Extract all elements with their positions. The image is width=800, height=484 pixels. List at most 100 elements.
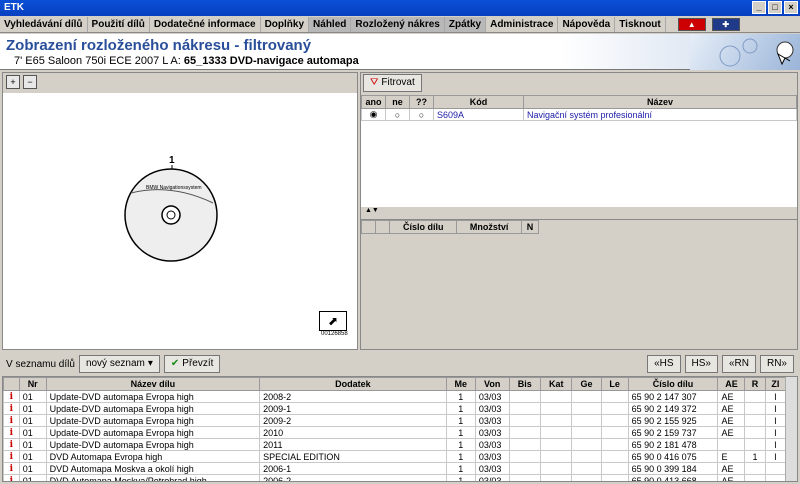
- language-flag-icon[interactable]: ▲: [677, 17, 706, 31]
- cell: [508, 426, 542, 439]
- cell: 01: [18, 474, 47, 481]
- radio-unknown[interactable]: ○: [409, 108, 434, 121]
- parts-list: Nr Název dílu Dodatek Me Von Bis Kat Ge Le Číslo …: [2, 376, 798, 482]
- info-icon[interactable]: i: [3, 474, 20, 481]
- menu-item-1[interactable]: Použití dílů: [88, 16, 150, 32]
- cell: AE: [717, 414, 746, 427]
- cell: [508, 438, 542, 451]
- menu-item-6[interactable]: Zpátky: [444, 16, 487, 32]
- table-row[interactable]: i 01 Update-DVD automapa Evropa high 2010 1 0…: [3, 426, 787, 439]
- menu-item-7[interactable]: Administrace: [486, 16, 559, 32]
- menu-item-0[interactable]: Vyhledávání dílů: [0, 16, 88, 32]
- cell: 1: [445, 462, 476, 475]
- menu-item-4[interactable]: Náhled: [309, 16, 352, 32]
- radio-no[interactable]: ○: [385, 108, 410, 121]
- zoom-out-icon[interactable]: −: [23, 75, 37, 89]
- parts-col-6[interactable]: Bis: [508, 377, 542, 391]
- menu-bar: Vyhledávání dílů Použití dílů Dodatečné in…: [0, 16, 800, 33]
- menu-item-3[interactable]: Doplňky: [261, 16, 310, 32]
- table-row[interactable]: i 01 Update-DVD automapa Evropa high 2009-1…: [3, 402, 787, 415]
- list-select[interactable]: nový seznam ▾: [78, 355, 160, 373]
- maximize-icon[interactable]: □: [768, 1, 782, 14]
- cell: 2006-1: [259, 462, 447, 475]
- cell: 03/03: [474, 414, 510, 427]
- vehicle-label: 7' E65 Saloon 750i ECE 2007 L A:: [14, 55, 181, 67]
- cell: 65 90 2 149 372: [627, 402, 719, 415]
- table-row[interactable]: i 01 DVD Automapa Moskva/Petrohrad high 200…: [3, 474, 787, 481]
- cell: [744, 414, 766, 427]
- info-icon[interactable]: i: [3, 402, 20, 415]
- menu-item-2[interactable]: Dodatečné informace: [150, 16, 261, 32]
- col-blank2: [375, 220, 390, 234]
- info-icon[interactable]: i: [3, 438, 20, 451]
- cell: 01: [18, 462, 47, 475]
- table-row[interactable]: i 01 Update-DVD automapa Evropa high 2011 1 0…: [3, 438, 787, 451]
- cell: 2009-1: [259, 402, 447, 415]
- cell: AE: [717, 402, 746, 415]
- cell: Update-DVD automapa Evropa high: [45, 414, 261, 427]
- cell: [744, 474, 766, 481]
- filter-button[interactable]: ⛛ Fitrovat: [363, 74, 422, 92]
- parts-col-5[interactable]: Von: [474, 377, 510, 391]
- menu-item-5[interactable]: Rozložený nákres: [351, 16, 445, 32]
- splitter-handle[interactable]: ▲▼: [365, 207, 379, 214]
- close-icon[interactable]: ×: [784, 1, 798, 14]
- cell: 03/03: [474, 390, 510, 403]
- parts-col-11[interactable]: AE: [717, 377, 746, 391]
- diagram-panel: + − 1 BMW Navigationssystem ⬈ 00126858: [2, 72, 358, 350]
- parts-col-9[interactable]: Le: [600, 377, 629, 391]
- info-icon[interactable]: i: [3, 390, 20, 403]
- prev-hs-button[interactable]: «HS: [647, 355, 681, 373]
- col-part-number: Číslo dílu: [388, 220, 458, 234]
- zoom-in-icon[interactable]: +: [6, 75, 20, 89]
- cell: [744, 390, 766, 403]
- table-row[interactable]: i 01 DVD Automapa Moskva a okolí high 2006-…: [3, 462, 787, 475]
- minimize-icon[interactable]: _: [752, 1, 766, 14]
- parts-col-0[interactable]: [3, 377, 20, 391]
- filter-row[interactable]: ◉ ○ ○ S609A Navigační systém profesionální: [361, 108, 797, 121]
- apply-button[interactable]: ✔ Převzít: [163, 355, 221, 373]
- disc-label: BMW Navigationssystem: [146, 185, 202, 191]
- cell: 65 90 2 147 307: [627, 390, 719, 403]
- parts-col-4[interactable]: Me: [445, 377, 476, 391]
- parts-col-1[interactable]: Nr: [18, 377, 47, 391]
- parts-col-7[interactable]: Kat: [539, 377, 573, 391]
- parts-scrollbar[interactable]: [785, 377, 797, 481]
- switch-drawing-icon[interactable]: ⬈: [319, 311, 347, 331]
- menu-item-9[interactable]: Tisknout: [615, 16, 666, 32]
- info-icon[interactable]: i: [3, 414, 20, 427]
- info-icon[interactable]: i: [3, 450, 20, 463]
- parts-col-2[interactable]: Název dílu: [45, 377, 261, 391]
- info-icon[interactable]: i: [3, 426, 20, 439]
- menu-item-8[interactable]: Nápověda: [558, 16, 616, 32]
- cell: [508, 414, 542, 427]
- filter-name: Navigační systém profesionální: [523, 108, 797, 121]
- parts-col-12[interactable]: R: [744, 377, 766, 391]
- cell: [539, 462, 573, 475]
- table-row[interactable]: i 01 Update-DVD automapa Evropa high 2009-2…: [3, 414, 787, 427]
- cell: [508, 402, 542, 415]
- cell: 03/03: [474, 426, 510, 439]
- cell: [571, 426, 602, 439]
- brand-logo: [690, 34, 800, 70]
- cell: [717, 438, 746, 451]
- cell: 1: [445, 438, 476, 451]
- next-rn-button[interactable]: RN»: [759, 355, 794, 373]
- parts-col-8[interactable]: Ge: [571, 377, 602, 391]
- prev-rn-button[interactable]: «RN: [721, 355, 756, 373]
- next-hs-button[interactable]: HS»: [684, 355, 718, 373]
- cell: [539, 390, 573, 403]
- cell: [508, 462, 542, 475]
- radio-yes[interactable]: ◉: [361, 108, 386, 121]
- diagram-name: 65_1333 DVD-navigace automapa: [183, 55, 359, 67]
- table-row[interactable]: i 01 Update-DVD automapa Evropa high 2008-2…: [3, 390, 787, 403]
- parts-col-3[interactable]: Dodatek: [259, 377, 447, 391]
- parts-toolbar: V seznamu dílů nový seznam ▾ ✔ Převzít «HS…: [0, 353, 800, 375]
- parts-col-10[interactable]: Číslo dílu: [627, 377, 719, 391]
- table-row[interactable]: i 01 DVD Automapa Evropa high SPECIAL EDITI…: [3, 450, 787, 463]
- info-icon[interactable]: i: [3, 462, 20, 475]
- cell: 1: [445, 414, 476, 427]
- parts-col-13[interactable]: ZI: [764, 377, 787, 391]
- uk-flag-icon[interactable]: ✚: [711, 17, 740, 31]
- cell: [571, 474, 602, 481]
